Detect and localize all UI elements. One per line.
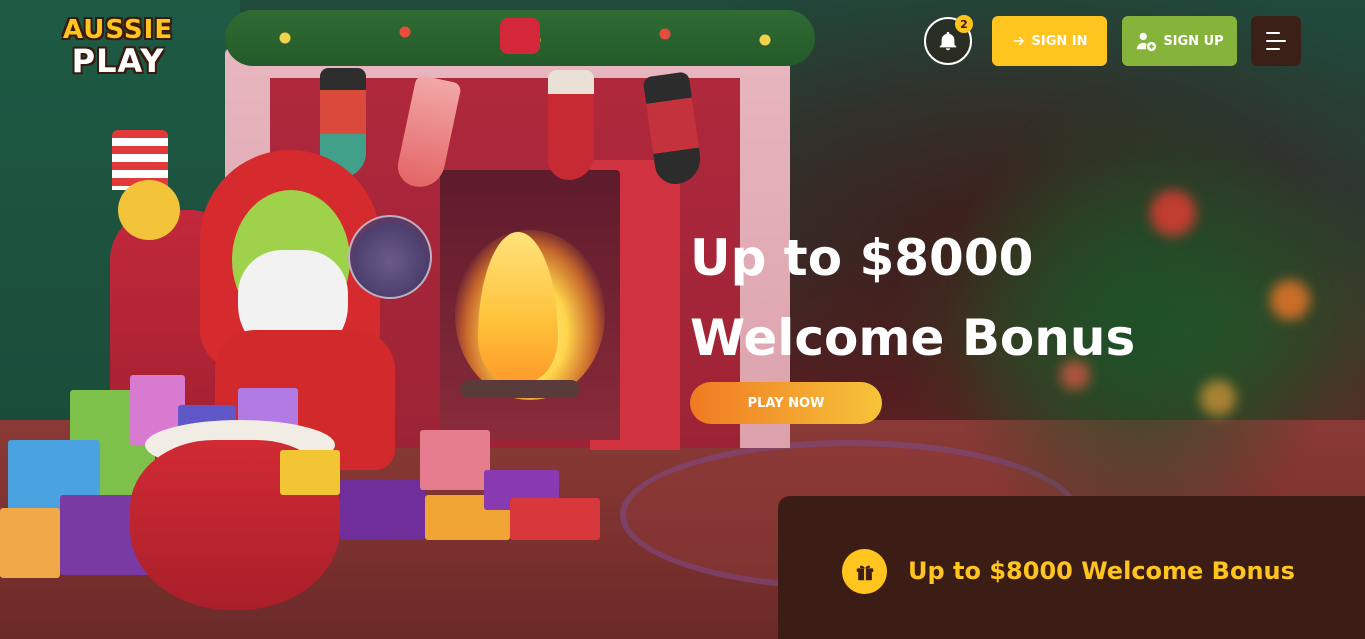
hamburger-menu-icon bbox=[1266, 40, 1286, 42]
gift-box bbox=[0, 508, 60, 578]
tree-ornament bbox=[1270, 280, 1310, 320]
hamburger-menu-icon bbox=[1266, 48, 1280, 50]
notification-count-badge: 2 bbox=[955, 15, 973, 33]
play-now-button[interactable]: PLAY NOW bbox=[690, 382, 882, 424]
user-plus-icon bbox=[1137, 32, 1157, 52]
sign-up-label: SIGN UP bbox=[1163, 33, 1224, 49]
sign-up-button[interactable]: SIGN UP bbox=[1122, 16, 1237, 66]
hamburger-menu-button[interactable] bbox=[1251, 16, 1301, 66]
sign-in-label: SIGN IN bbox=[1031, 33, 1088, 49]
gift-box bbox=[420, 430, 490, 490]
gift-box bbox=[280, 450, 340, 495]
hamburger-menu-icon bbox=[1266, 32, 1280, 34]
arrow-right-icon bbox=[1013, 36, 1024, 46]
gift-icon bbox=[842, 549, 887, 594]
tree-ornament bbox=[1200, 380, 1236, 416]
hero-headline: Up to $8000 Welcome Bonus bbox=[690, 218, 1250, 378]
welcome-bonus-link[interactable]: Up to $8000 Welcome Bonus bbox=[908, 555, 1328, 587]
hero-headline-line2: Welcome Bonus bbox=[690, 309, 1136, 367]
gift-icon-glyph bbox=[856, 565, 873, 580]
gift-box bbox=[340, 480, 425, 540]
bell-icon bbox=[939, 31, 957, 51]
logo-text-top: AUSSIE bbox=[62, 15, 174, 45]
gift-box bbox=[510, 498, 600, 540]
aussieplay-logo[interactable]: AUSSIE PLAY bbox=[62, 12, 174, 82]
yellow-bird-character bbox=[118, 180, 180, 240]
logo-text-bottom: PLAY bbox=[71, 42, 165, 80]
sign-in-button[interactable]: SIGN IN bbox=[992, 16, 1107, 66]
santa-mascot-illustration bbox=[0, 120, 640, 639]
cat-character-bubble bbox=[348, 215, 432, 299]
garland-bow bbox=[500, 18, 540, 54]
hero-headline-line1: Up to $8000 bbox=[690, 229, 1034, 287]
